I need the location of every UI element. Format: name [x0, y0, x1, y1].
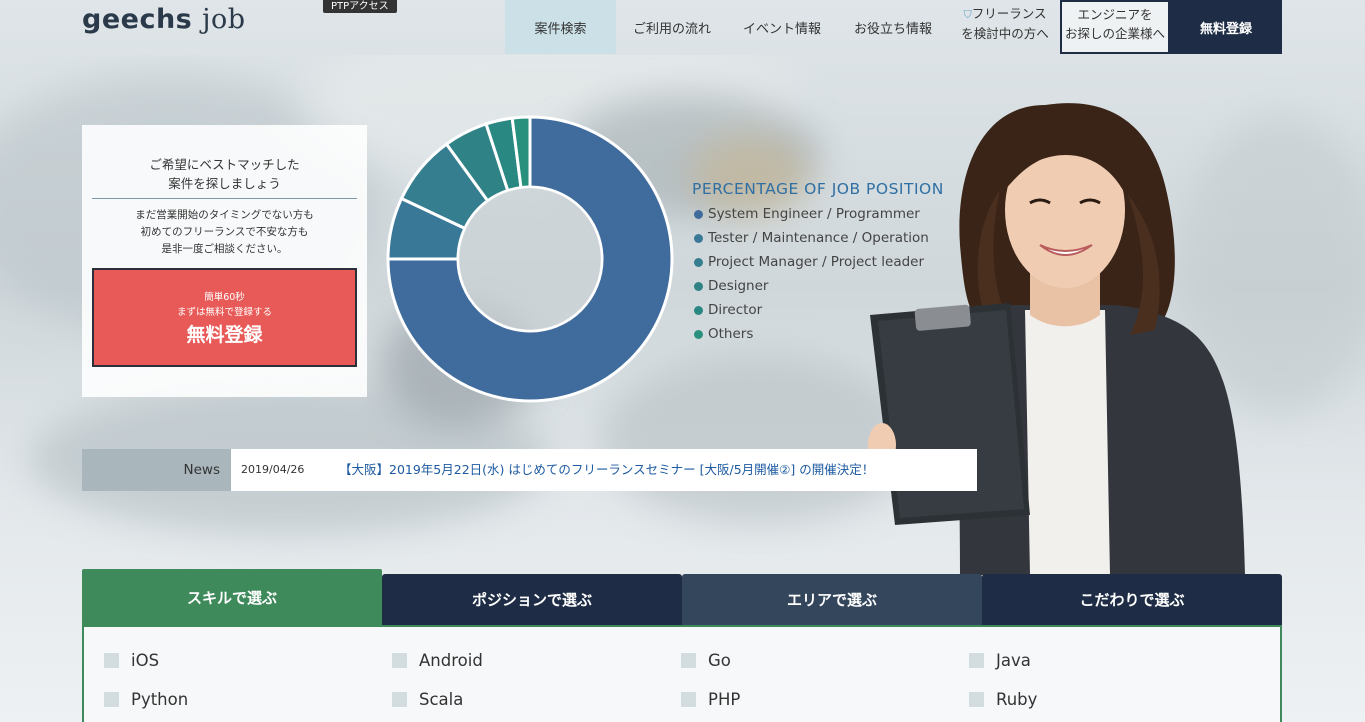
skill-label: Python: [131, 689, 189, 709]
engineer-line1: エンジニアを: [1077, 7, 1153, 22]
nav-job-search[interactable]: 案件検索: [505, 0, 616, 54]
skill-checkbox-go[interactable]: Go: [681, 650, 731, 670]
skill-label: Scala: [419, 689, 464, 709]
card-description: まだ営業開始のタイミングでない方も 初めてのフリーランスで不安な方も 是非一度ご…: [92, 207, 357, 258]
checkbox[interactable]: [969, 652, 984, 668]
header-register-button[interactable]: 無料登録: [1170, 0, 1282, 54]
skill-checkbox-php[interactable]: PHP: [681, 689, 740, 709]
skill-checkbox-scala[interactable]: Scala: [392, 689, 463, 709]
nav-flow[interactable]: ご利用の流れ: [622, 0, 722, 54]
btn-main-label: 無料登録: [186, 324, 263, 346]
btn-subtext1: 簡単60秒: [204, 292, 245, 303]
freelance-line1: フリーランス: [971, 6, 1047, 21]
checkbox[interactable]: [969, 691, 984, 707]
logo-sub: job: [202, 4, 246, 35]
card-text-line1: まだ営業開始のタイミングでない方も: [135, 209, 314, 221]
nav-freelance[interactable]: ⛉フリーランス を検討中の方へ: [955, 4, 1055, 43]
skill-panel: iOS Android Go Java Python Scala PHP Rub…: [82, 625, 1282, 722]
checkbox[interactable]: [392, 652, 407, 668]
skill-checkbox-ios[interactable]: iOS: [104, 650, 159, 670]
checkbox[interactable]: [104, 652, 119, 668]
ptp-tag: PTPアクセス: [323, 0, 397, 13]
legend-dot-icon: [694, 233, 703, 243]
free-register-button[interactable]: 簡単60秒 まずは無料で登録する 無料登録: [92, 268, 357, 367]
card-title-line2: 案件を探しましょう: [168, 176, 281, 191]
job-position-donut-chart: [386, 115, 674, 403]
news-link[interactable]: 【大阪】2019年5月22日(水) はじめてのフリーランスセミナー [大阪/5月…: [339, 449, 874, 491]
checkbox[interactable]: [104, 691, 119, 707]
woman-with-clipboard-photo: [868, 103, 1245, 575]
logo-main: geechs: [82, 4, 193, 35]
card-text-line3: 是非一度ご相談ください。: [161, 243, 288, 255]
legend-label: Others: [708, 326, 754, 342]
skill-label: Java: [996, 650, 1031, 670]
legend-label: Director: [708, 302, 763, 318]
news-bar: News 2019/04/26 【大阪】2019年5月22日(水) はじめてのフ…: [82, 449, 977, 491]
legend-dot-icon: [694, 209, 703, 219]
skill-label: Android: [419, 650, 483, 670]
skill-label: PHP: [708, 689, 741, 709]
legend-dot-icon: [694, 305, 703, 315]
news-date: 2019/04/26: [241, 463, 305, 476]
site-header: geechs job PTPアクセス 案件検索 ご利用の流れ イベント情報 お役…: [0, 0, 1365, 54]
card-title: ご希望にベストマッチした 案件を探しましょう: [92, 155, 357, 193]
skill-checkbox-android[interactable]: Android: [392, 650, 483, 670]
signup-card: ご希望にベストマッチした 案件を探しましょう まだ営業開始のタイミングでない方も…: [82, 125, 367, 397]
tab-area[interactable]: エリアで選ぶ: [682, 574, 982, 625]
skill-checkbox-java[interactable]: Java: [969, 650, 1031, 670]
news-label: News: [82, 449, 231, 491]
tab-preference[interactable]: こだわりで選ぶ: [982, 574, 1282, 625]
skill-checkbox-ruby[interactable]: Ruby: [969, 689, 1037, 709]
card-title-line1: ご希望にベストマッチした: [149, 157, 300, 172]
checkbox[interactable]: [681, 652, 696, 668]
card-text-line2: 初めてのフリーランスで不安な方も: [140, 226, 309, 238]
shield-icon: ⛉: [963, 8, 972, 21]
tab-position[interactable]: ポジションで選ぶ: [382, 574, 682, 625]
btn-subtext2: まずは無料で登録する: [176, 307, 272, 318]
skill-label: Go: [708, 650, 731, 670]
skill-label: iOS: [131, 650, 160, 670]
checkbox[interactable]: [392, 691, 407, 707]
tab-skill[interactable]: スキルで選ぶ: [82, 569, 382, 625]
site-logo[interactable]: geechs job: [82, 4, 246, 35]
search-tabs: スキルで選ぶ ポジションで選ぶ エリアで選ぶ こだわりで選ぶ: [82, 569, 1282, 625]
skill-checkbox-python[interactable]: Python: [104, 689, 188, 709]
legend-dot-icon: [694, 281, 703, 291]
freelance-line2: を検討中の方へ: [961, 26, 1049, 41]
nav-useful-info[interactable]: お役立ち情報: [843, 0, 943, 54]
engineer-line2: お探しの企業様へ: [1064, 26, 1165, 41]
skill-label: Ruby: [996, 689, 1038, 709]
donut-hole: [459, 188, 601, 330]
legend-label: Designer: [708, 278, 769, 294]
card-divider: [92, 198, 357, 199]
nav-engineer-companies[interactable]: エンジニアを お探しの企業様へ: [1060, 0, 1170, 54]
nav-events[interactable]: イベント情報: [732, 0, 832, 54]
legend-dot-icon: [694, 329, 703, 339]
legend-dot-icon: [694, 257, 703, 267]
checkbox[interactable]: [681, 691, 696, 707]
